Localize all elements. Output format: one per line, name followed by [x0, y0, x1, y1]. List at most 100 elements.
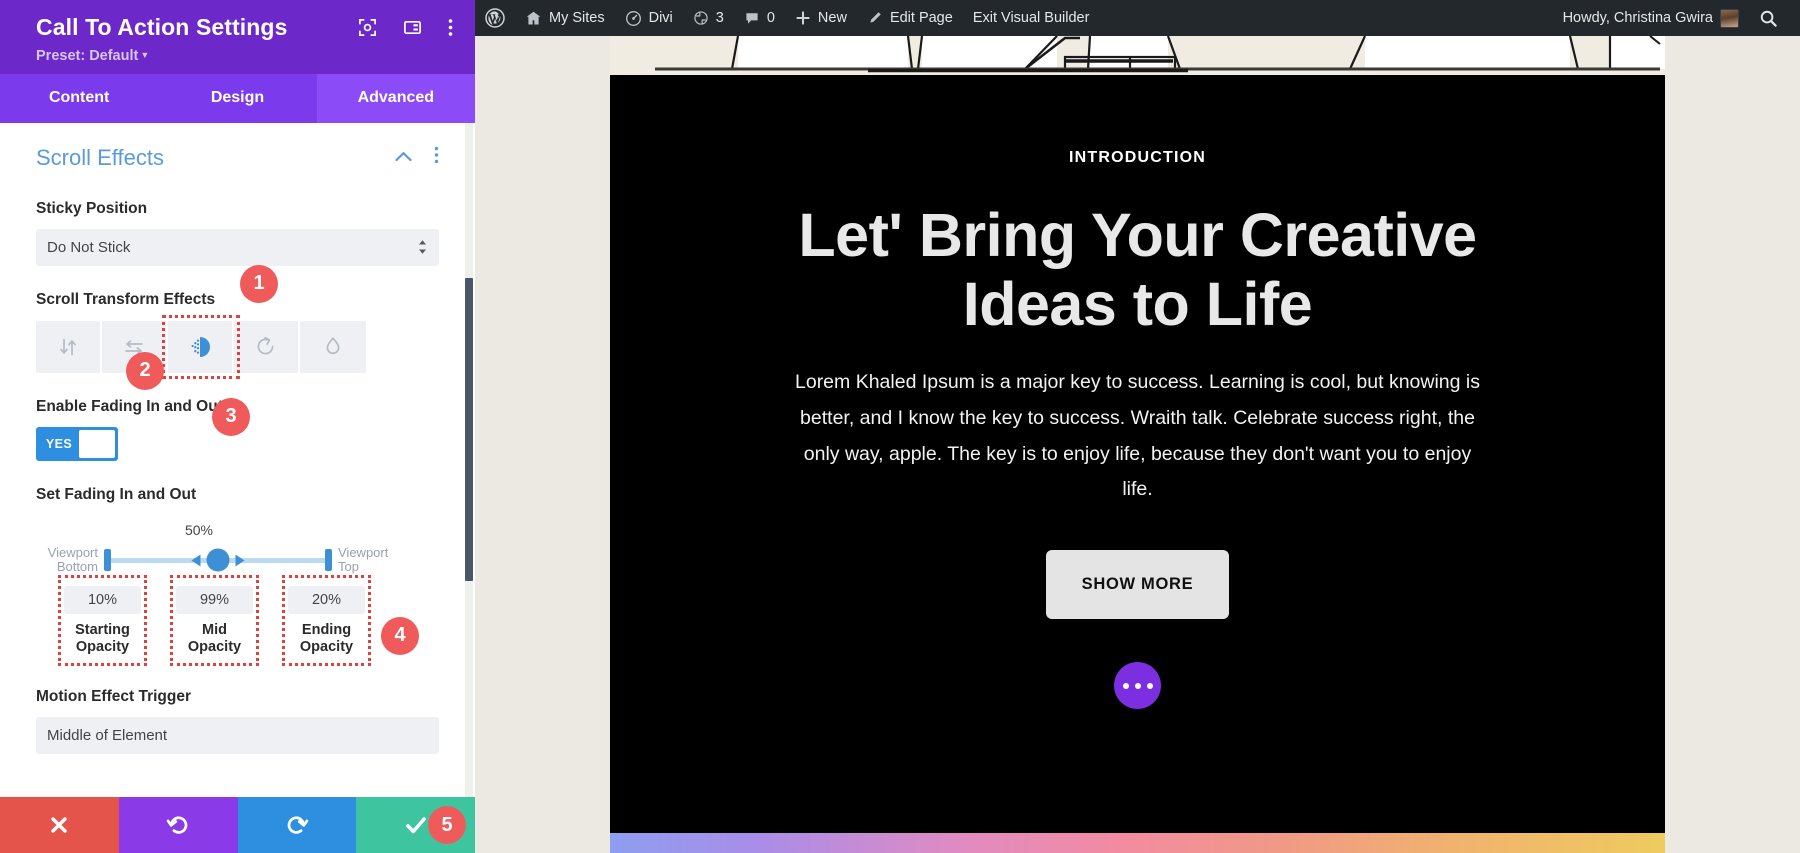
undo-icon — [166, 813, 191, 838]
starting-opacity-label-line2: Opacity — [64, 639, 141, 656]
tab-design[interactable]: Design — [158, 74, 316, 123]
rotating-icon — [254, 335, 278, 359]
viewport-top-line2: Top — [338, 560, 400, 575]
focus-target-icon[interactable] — [358, 18, 377, 37]
panel-footer-actions: 5 — [0, 797, 475, 853]
sticky-position-value: Do Not Stick — [47, 239, 130, 256]
adminbar-item-wordpress[interactable] — [475, 0, 515, 36]
panel-header: Call To Action Settings Preset: Default▼ — [0, 0, 475, 74]
adminbar-item-search[interactable] — [1749, 0, 1800, 36]
slider-arrow-left-icon — [192, 554, 201, 566]
chevron-down-icon: ▼ — [140, 50, 149, 60]
section-title: Scroll Effects — [36, 145, 164, 171]
adminbar-label-new: New — [818, 10, 847, 26]
section-kebab-menu-icon[interactable] — [434, 146, 439, 169]
close-icon — [47, 813, 71, 837]
adminbar-label-exit-visual-builder: Exit Visual Builder — [973, 10, 1090, 26]
redo-icon — [284, 813, 309, 838]
vertical-motion-icon — [57, 336, 79, 358]
blur-icon — [322, 335, 344, 359]
fading-slider[interactable] — [104, 547, 332, 573]
show-more-button[interactable]: SHOW MORE — [1046, 550, 1230, 619]
adminbar-label-divi: Divi — [649, 10, 673, 26]
ending-opacity-label-line1: Ending — [288, 622, 365, 639]
undo-button[interactable] — [119, 797, 238, 853]
tab-advanced[interactable]: Advanced — [317, 74, 475, 123]
toggle-value-label: YES — [39, 437, 79, 451]
ellipsis-icon-dot-3 — [1147, 683, 1153, 689]
opacity-stops: 10% Starting Opacity 99% Mid Op — [36, 581, 439, 660]
redo-button[interactable] — [238, 797, 357, 853]
panel-scrollbar[interactable] — [465, 123, 473, 797]
page-frame: INTRODUCTION Let' Bring Your Creative Id… — [610, 36, 1665, 853]
pencil-icon — [867, 10, 883, 26]
viewport-top-line1: Viewport — [338, 546, 400, 561]
rotating-option[interactable] — [234, 321, 300, 373]
adminbar-item-divi[interactable]: Divi — [615, 0, 683, 36]
gradient-divider — [610, 833, 1665, 853]
hero-body-text: Lorem Khaled Ipsum is a major key to suc… — [793, 365, 1483, 509]
sticky-position-select[interactable]: Do Not Stick — [36, 229, 439, 266]
slider-end-cap — [325, 549, 332, 571]
search-icon — [1759, 9, 1778, 28]
updates-icon — [693, 10, 709, 26]
slider-handle[interactable] — [207, 549, 230, 572]
layout-columns-icon[interactable] — [403, 18, 422, 37]
adminbar-item-account[interactable]: Howdy, Christina Gwira — [1553, 0, 1749, 36]
adminbar-item-edit-page[interactable]: Edit Page — [857, 0, 963, 36]
mid-opacity-label-line1: Mid — [176, 622, 253, 639]
adminbar-label-my-sites: My Sites — [549, 10, 605, 26]
discard-changes-button[interactable] — [0, 797, 119, 853]
starting-opacity-input[interactable]: 10% — [64, 586, 141, 614]
adminbar-howdy-label: Howdy, Christina Gwira — [1563, 10, 1713, 26]
field-motion-effect-trigger: Motion Effect Trigger Middle of Element — [36, 660, 439, 754]
adminbar-item-my-sites[interactable]: My Sites — [515, 0, 615, 36]
set-fading-label: Set Fading In and Out — [36, 486, 439, 504]
toggle-knob — [79, 430, 115, 458]
chevron-up-icon[interactable] — [395, 149, 412, 167]
ending-opacity-label-line2: Opacity — [288, 639, 365, 656]
hero-section: INTRODUCTION Let' Bring Your Creative Id… — [610, 75, 1665, 853]
motion-trigger-select[interactable]: Middle of Element — [36, 717, 439, 754]
ellipsis-fab-button[interactable] — [1114, 662, 1161, 709]
starting-opacity-label: Starting Opacity — [64, 622, 141, 656]
slider-arrow-right-icon — [236, 554, 245, 566]
tab-content[interactable]: Content — [0, 74, 158, 123]
panel-scrollbar-thumb[interactable] — [465, 278, 473, 581]
callout-badge-1: 1 — [240, 265, 278, 303]
kebab-menu-icon[interactable] — [448, 18, 453, 37]
panel-preset-selector[interactable]: Preset: Default▼ — [36, 48, 455, 64]
scroll-transform-label: Scroll Transform Effects — [36, 291, 439, 309]
adminbar-item-exit-visual-builder[interactable]: Exit Visual Builder — [963, 0, 1100, 36]
mid-opacity-input[interactable]: 99% — [176, 586, 253, 614]
field-scroll-transform-effects: Scroll Transform Effects — [36, 266, 439, 373]
panel-tabs: Content Design Advanced — [0, 74, 475, 123]
starting-opacity-label-line1: Starting — [64, 622, 141, 639]
avatar — [1720, 9, 1739, 28]
plus-icon — [795, 10, 811, 26]
field-set-fading: Set Fading In and Out 50% Viewport Botto… — [36, 461, 439, 660]
blur-option[interactable] — [300, 321, 366, 373]
adminbar-label-edit-page: Edit Page — [890, 10, 953, 26]
adminbar-item-new[interactable]: New — [785, 0, 857, 36]
field-sticky-position: Sticky Position Do Not Stick — [36, 175, 439, 266]
wordpress-logo-icon — [485, 8, 505, 28]
divi-dashboard-icon — [625, 10, 642, 27]
ending-opacity-input[interactable]: 20% — [288, 586, 365, 614]
panel-preset-label: Preset: Default — [36, 48, 138, 64]
wp-admin-bar: My Sites Divi 3 0 — [475, 0, 1800, 36]
fading-in-out-option[interactable] — [168, 321, 234, 373]
adminbar-item-comments[interactable]: 0 — [734, 0, 785, 36]
adminbar-item-updates[interactable]: 3 — [683, 0, 734, 36]
callout-badge-5: 5 — [428, 806, 466, 844]
enable-fading-toggle[interactable]: YES — [36, 427, 118, 461]
callout-badge-3: 3 — [212, 398, 250, 436]
module-settings-panel: Call To Action Settings Preset: Default▼ — [0, 0, 475, 853]
panel-header-actions — [358, 18, 453, 37]
callout-badge-2: 2 — [126, 352, 164, 390]
panel-body: Scroll Effects — [0, 123, 475, 797]
select-arrows-icon — [418, 240, 427, 255]
adminbar-label-updates: 3 — [716, 10, 724, 26]
callout-badge-4: 4 — [381, 617, 419, 655]
vertical-motion-option[interactable] — [36, 321, 102, 373]
